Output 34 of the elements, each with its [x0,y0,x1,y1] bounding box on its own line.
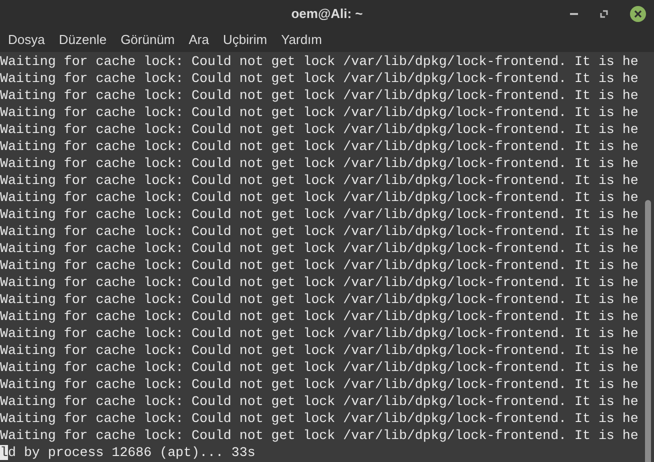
terminal-line: ld by process 12686 (apt)... 33s [0,444,256,461]
terminal-line: Waiting for cache lock: Could not get lock /var/lib/dpkg/lock-frontend. It is he [0,53,640,70]
terminal-line: Waiting for cache lock: Could not get lock /var/lib/dpkg/lock-frontend. It is he [0,410,640,427]
scrollbar-thumb[interactable] [645,200,651,462]
maximize-icon[interactable] [600,10,608,18]
terminal-line: Waiting for cache lock: Could not get lock /var/lib/dpkg/lock-frontend. It is he [0,342,640,359]
terminal-line: Waiting for cache lock: Could not get lock /var/lib/dpkg/lock-frontend. It is he [0,70,640,87]
terminal-line: Waiting for cache lock: Could not get lock /var/lib/dpkg/lock-frontend. It is he [0,359,640,376]
terminal-line: Waiting for cache lock: Could not get lock /var/lib/dpkg/lock-frontend. It is he [0,189,640,206]
terminal-line: Waiting for cache lock: Could not get lock /var/lib/dpkg/lock-frontend. It is he [0,223,640,240]
terminal-line: Waiting for cache lock: Could not get lock /var/lib/dpkg/lock-frontend. It is he [0,172,640,189]
terminal-line: Waiting for cache lock: Could not get lock /var/lib/dpkg/lock-frontend. It is he [0,155,640,172]
terminal-line: Waiting for cache lock: Could not get lock /var/lib/dpkg/lock-frontend. It is he [0,240,640,257]
terminal-line: Waiting for cache lock: Could not get lock /var/lib/dpkg/lock-frontend. It is he [0,257,640,274]
terminal-line: Waiting for cache lock: Could not get lock /var/lib/dpkg/lock-frontend. It is he [0,427,640,444]
menu-item[interactable]: Uçbirim [217,30,274,50]
menu-item[interactable]: Görünüm [114,30,181,50]
menu-item[interactable]: Düzenle [52,30,113,50]
menu-item[interactable]: Dosya [2,30,51,50]
terminal-line: Waiting for cache lock: Could not get lock /var/lib/dpkg/lock-frontend. It is he [0,206,640,223]
terminal-line: Waiting for cache lock: Could not get lock /var/lib/dpkg/lock-frontend. It is he [0,87,640,104]
terminal-line: Waiting for cache lock: Could not get lock /var/lib/dpkg/lock-frontend. It is he [0,121,640,138]
terminal-line: Waiting for cache lock: Could not get lock /var/lib/dpkg/lock-frontend. It is he [0,138,640,155]
terminal-line: Waiting for cache lock: Could not get lock /var/lib/dpkg/lock-frontend. It is he [0,376,640,393]
close-icon[interactable] [630,6,646,22]
terminal-line: Waiting for cache lock: Could not get lock /var/lib/dpkg/lock-frontend. It is he [0,291,640,308]
terminal-line: Waiting for cache lock: Could not get lock /var/lib/dpkg/lock-frontend. It is he [0,274,640,291]
window-title: oem@Ali: ~ [291,5,363,24]
terminal-line: Waiting for cache lock: Could not get lock /var/lib/dpkg/lock-frontend. It is he [0,308,640,325]
terminal-line: Waiting for cache lock: Could not get lock /var/lib/dpkg/lock-frontend. It is he [0,393,640,410]
terminal-line: Waiting for cache lock: Could not get lock /var/lib/dpkg/lock-frontend. It is he [0,104,640,121]
menu-item[interactable]: Yardım [275,30,328,50]
terminal-line: Waiting for cache lock: Could not get lock /var/lib/dpkg/lock-frontend. It is he [0,325,640,342]
menu-item[interactable]: Ara [182,30,215,50]
